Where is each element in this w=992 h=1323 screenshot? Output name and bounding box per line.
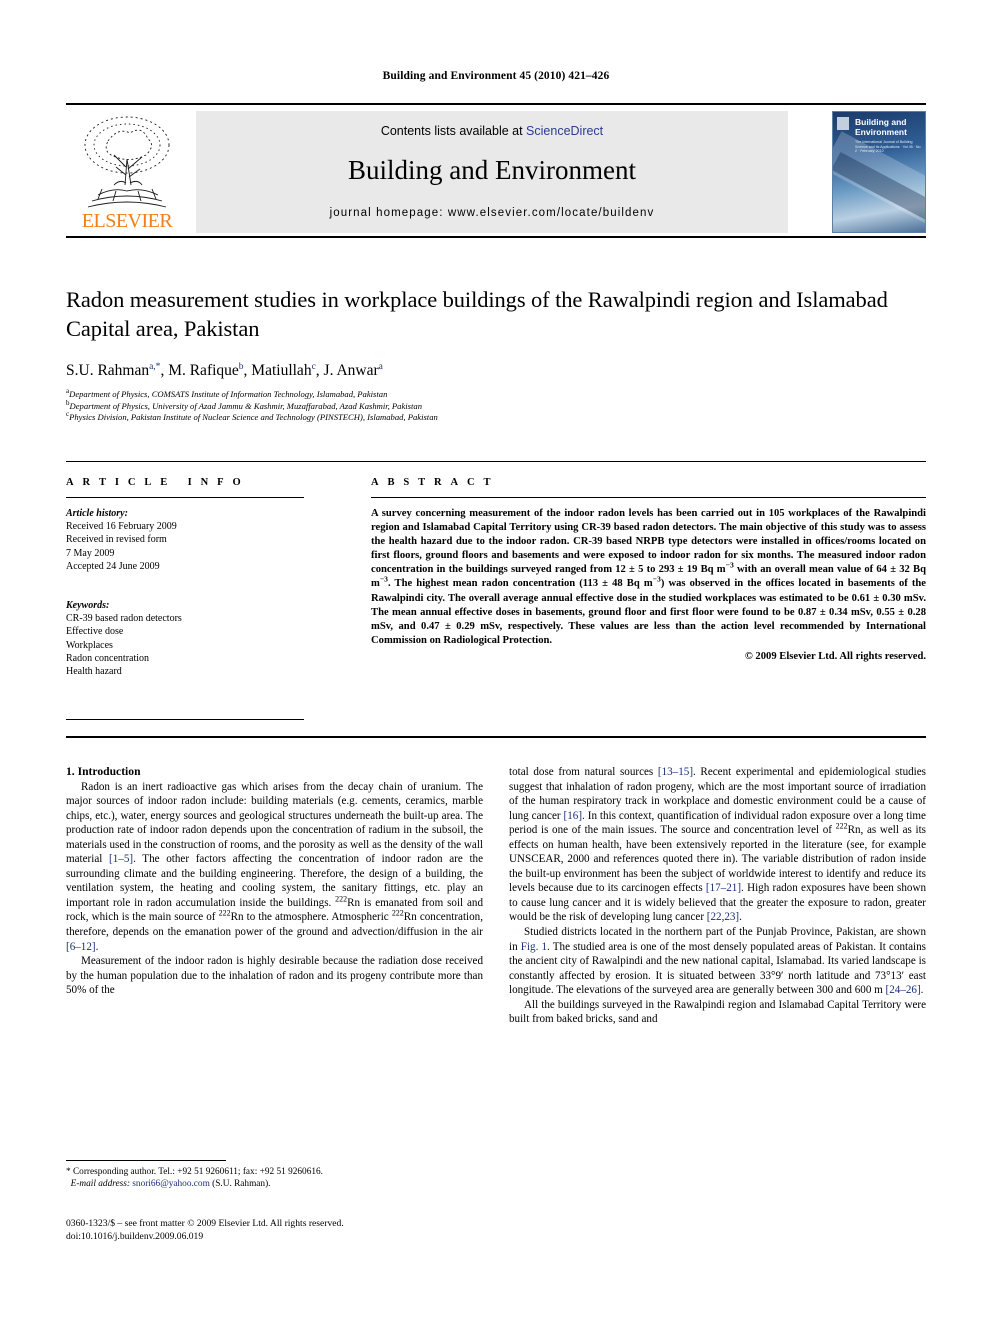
article-info-column: A R T I C L E I N F O Article history: R… [66,477,304,720]
imprint-block: 0360-1323/$ – see front matter © 2009 El… [66,1218,483,1243]
keyword-item: Radon concentration [66,652,150,664]
body-column-right: total dose from natural sources [13–15].… [509,765,926,1027]
article-history-label: Article history: [66,508,128,519]
contents-prefix: Contents lists available at [380,124,527,138]
keyword-item: CR-39 based radon detectors [66,613,182,625]
author-name: S.U. Rahman [66,362,150,379]
author-mark: b [238,361,244,372]
article-info-hairline-bottom [66,719,304,720]
cover-title: Building and Environment [855,117,922,137]
cover-publisher-badge [837,117,849,130]
body-paragraph: All the buildings surveyed in the Rawalp… [509,998,926,1026]
body-paragraph: Measurement of the indoor radon is highl… [66,955,483,997]
cover-subtitle: The International Journal of Building Sc… [855,140,921,154]
corresponding-author-line: * Corresponding author. Tel.: +92 51 926… [66,1167,323,1177]
abstract-column: A B S T R A C T A survey concerning meas… [371,477,926,662]
running-head: Building and Environment 45 (2010) 421–4… [382,70,610,82]
email-label: E-mail address: [70,1179,130,1190]
article-info-hairline [66,497,304,498]
keyword-list: Keywords: CR-39 based radon detectors Ef… [66,599,304,678]
body-paragraph: Studied districts located in the norther… [509,926,926,997]
body-column-left: 1. Introduction Radon is an inert radioa… [66,765,483,998]
keyword-item: Workplaces [66,639,113,651]
imprint-frontmatter: 0360-1323/$ – see front matter © 2009 El… [66,1218,344,1229]
affiliation: cPhysics Division, Pakistan Institute of… [66,411,926,424]
keywords-label: Keywords: [66,600,110,612]
affiliation-list: aDepartment of Physics, COMSATS Institut… [66,388,926,424]
journal-cover-thumbnail: Building and Environment The Internationa… [832,111,926,233]
masthead-rule-top [66,103,926,105]
article-history: Article history: Received 16 February 20… [66,507,304,573]
abstract-heading: A B S T R A C T [371,477,494,488]
cover-title-line2: Environment [855,126,907,137]
sciencedirect-banner: Contents lists available at ScienceDirec… [196,111,788,233]
elsevier-wordmark: ELSEVIER [81,210,173,232]
info-rule-bottom [66,736,926,738]
corresponding-author-footnote: * Corresponding author. Tel.: +92 51 926… [66,1166,483,1191]
imprint-doi: doi:10.1016/j.buildenv.2009.06.019 [66,1230,204,1242]
affiliation: bDepartment of Physics, University of Az… [66,399,926,413]
journal-masthead: ELSEVIER Contents lists available at Sci… [66,103,926,238]
cover-title-line1: Building and [855,117,907,127]
email-owner: (S.U. Rahman). [212,1179,271,1190]
abstract-text: A survey concerning measurement of the i… [371,508,926,646]
history-item: Accepted 24 June 2009 [66,560,160,572]
sciencedirect-link[interactable]: ScienceDirect [526,124,603,138]
keyword-item: Health hazard [66,666,122,678]
abstract-copyright: © 2009 Elsevier Ltd. All rights reserved… [744,650,926,662]
author-mark: a [378,361,383,372]
keyword-item: Effective dose [66,626,124,638]
affiliation-text: Physics Division, Pakistan Institute of … [69,412,438,423]
history-item: Received in revised form [66,534,167,546]
author-mark: c [311,361,316,372]
email-line: E-mail address: snori66@yahoo.com (S.U. … [66,1178,483,1190]
elsevier-logo: ELSEVIER [68,111,186,233]
article-title: Radon measurement studies in workplace b… [66,287,888,341]
author-name: J. Anwar [323,362,379,379]
abstract-hairline [371,497,926,498]
affiliation: aDepartment of Physics, COMSATS Institut… [66,388,926,401]
affiliation-text: Department of Physics, University of Aza… [69,400,423,411]
author-mark: a,* [149,361,161,372]
body-paragraph: total dose from natural sources [13–15].… [509,766,927,924]
title-block: Radon measurement studies in workplace b… [66,285,926,424]
history-item: 7 May 2009 [66,547,115,559]
journal-title: Building and Environment [348,155,636,185]
contents-list-line: Contents lists available at ScienceDirec… [196,124,788,138]
journal-homepage[interactable]: journal homepage: www.elsevier.com/locat… [196,207,788,219]
masthead-rule-bottom [66,236,926,238]
author-list: S.U. Rahmana,*, M. Rafiqueb, Matiullahc,… [66,361,383,379]
article-page: Building and Environment 45 (2010) 421–4… [0,0,992,1323]
elsevier-tree-icon [84,116,170,208]
email-link[interactable]: snori66@yahoo.com [132,1179,210,1189]
footnote-rule [66,1160,226,1161]
body-paragraph: Radon is an inert radioactive gas which … [66,780,483,953]
affiliation-text: Department of Physics, COMSATS Institute… [69,389,388,399]
author-name: Matiullah [251,362,312,379]
author-name: M. Rafique [168,362,239,379]
article-info-heading: A R T I C L E I N F O [66,477,245,488]
section-heading-introduction: 1. Introduction [66,765,141,778]
history-item: Received 16 February 2009 [66,521,177,533]
info-rule-top [66,461,926,462]
